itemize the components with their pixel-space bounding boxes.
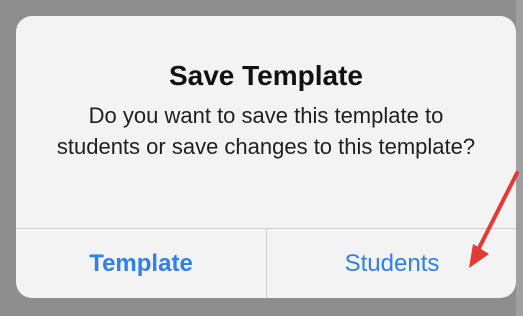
template-button[interactable]: Template — [16, 229, 266, 298]
students-button[interactable]: Students — [267, 229, 516, 298]
dialog-title: Save Template — [168, 60, 364, 91]
dialog-content: Save Template Do you want to save this t… — [16, 16, 516, 226]
background-edge — [516, 0, 523, 316]
save-template-dialog: Save Template Do you want to save this t… — [16, 16, 516, 298]
dialog-message: Do you want to save this template to stu… — [56, 103, 476, 159]
